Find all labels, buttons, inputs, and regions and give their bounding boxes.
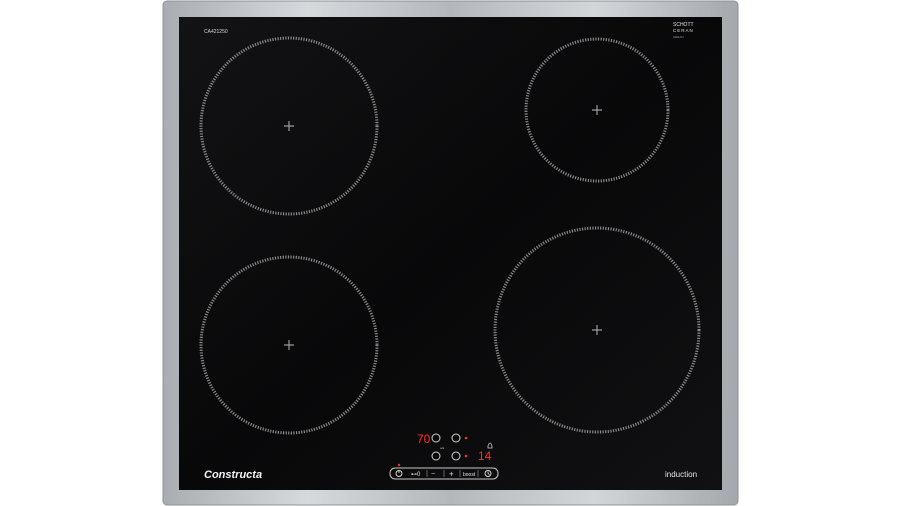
lock-button[interactable]: ⊷0 (411, 472, 421, 478)
auto-mark: o/a (440, 446, 445, 450)
power-on-dot (397, 463, 401, 467)
power-display: 14 (478, 449, 492, 463)
brand-logo: Constructa (204, 469, 262, 481)
glass-brand-line-2: CERAN (673, 28, 694, 33)
boost-button[interactable]: boost (463, 472, 476, 478)
glass-brand-line-3: CERAN (673, 35, 684, 39)
induction-hob-image: CA421250 SCHOTT CERAN CERAN Constructa i… (162, 0, 739, 506)
zone-indicator-dot-1 (464, 436, 468, 440)
zone-indicator-dot-2 (464, 454, 468, 458)
induction-label: induction (665, 470, 697, 479)
minus-button[interactable]: − (431, 471, 435, 478)
glass-surface (179, 17, 722, 490)
plus-button[interactable]: + (449, 470, 454, 479)
timer-display: 70 (417, 432, 431, 446)
model-code: CA421250 (204, 29, 228, 35)
